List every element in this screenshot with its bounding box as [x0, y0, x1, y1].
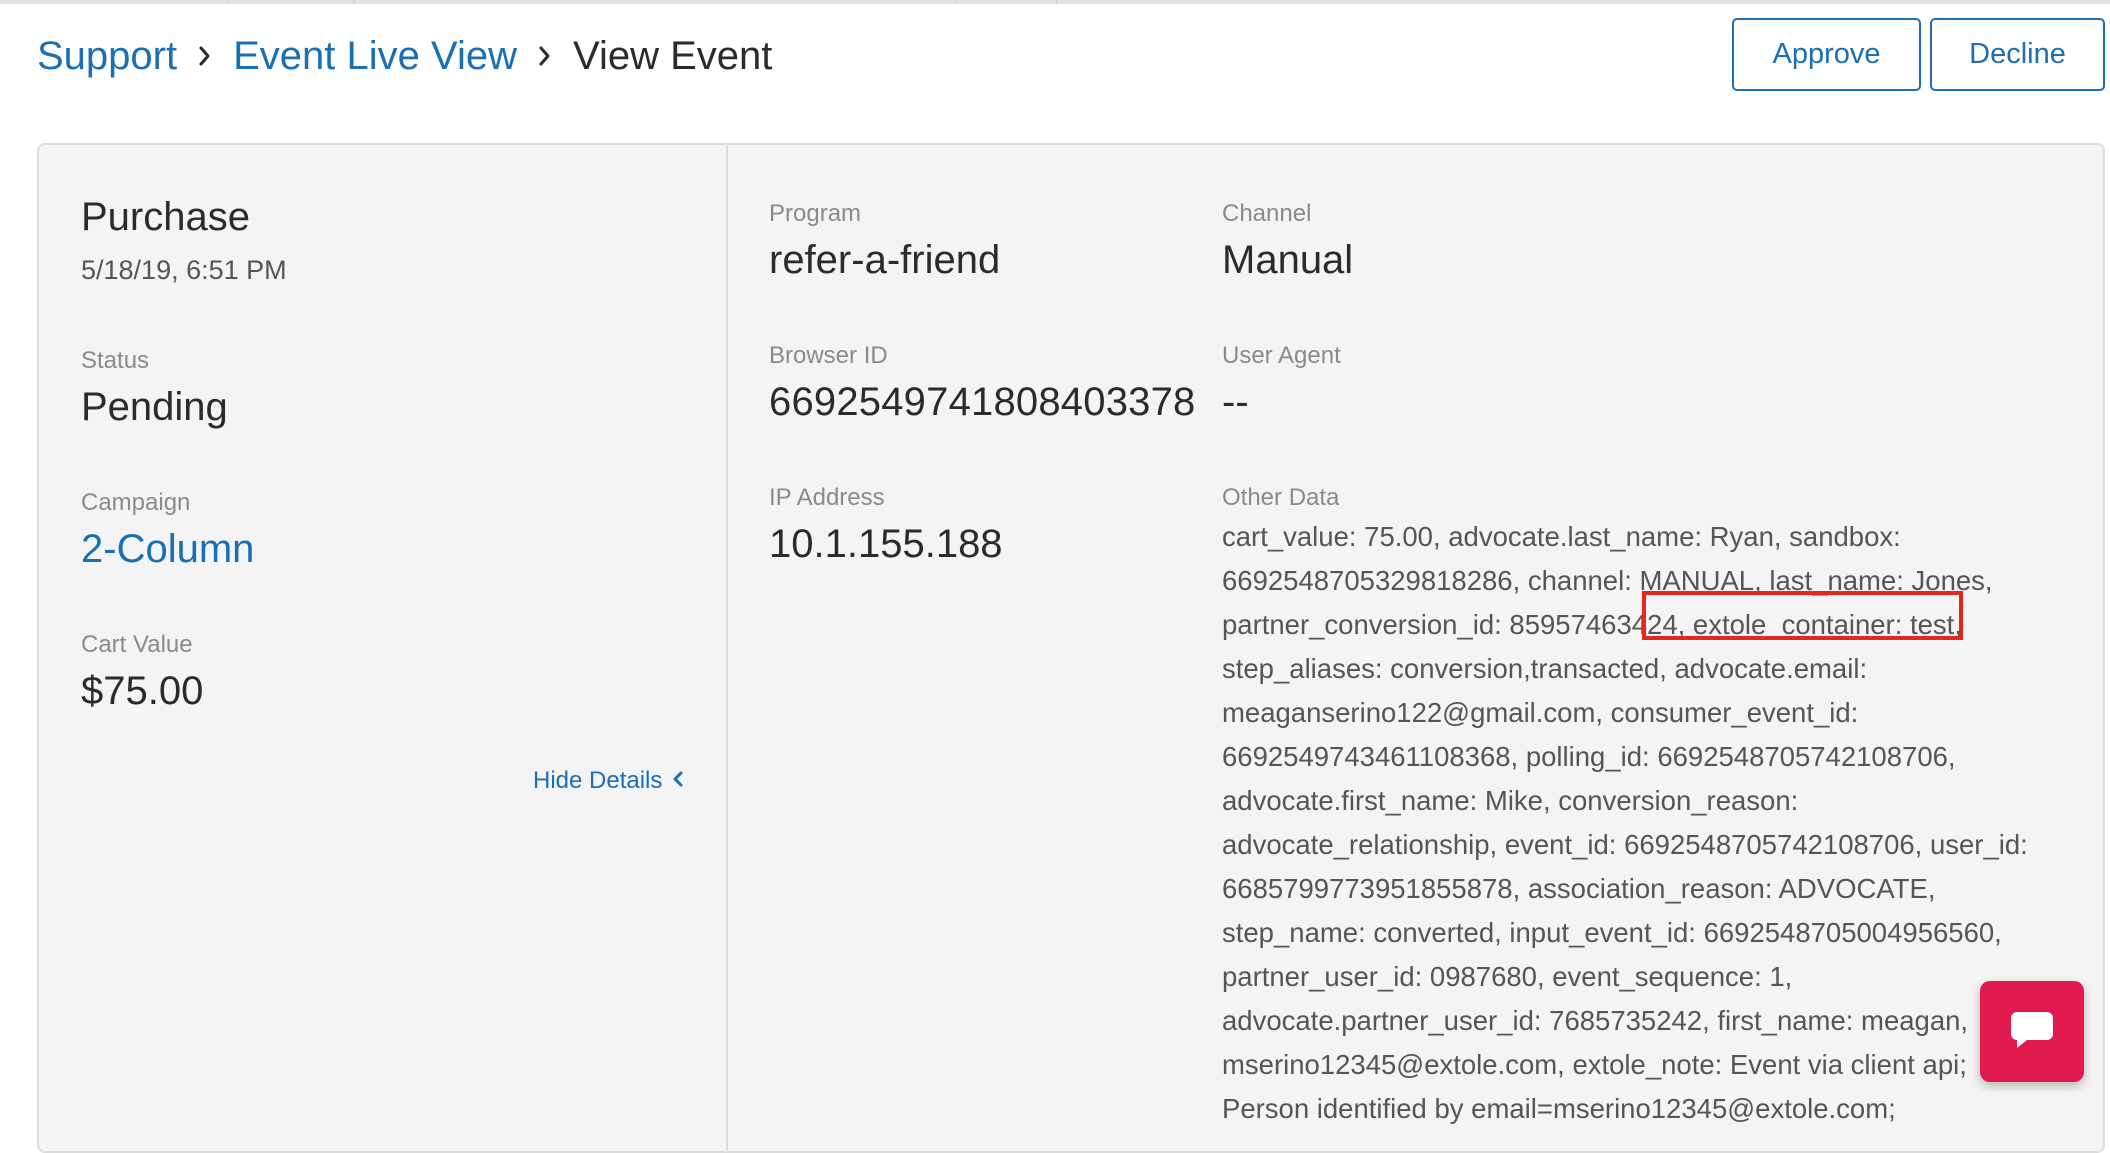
tab-divider	[1056, 0, 1057, 4]
user-agent-value: --	[1222, 380, 1249, 424]
chat-bubble-icon	[2009, 1008, 2055, 1055]
status-value: Pending	[81, 385, 228, 429]
other-data-line: 6685799773951855878, association_reason:…	[1222, 873, 1936, 904]
approve-button[interactable]: Approve	[1732, 18, 1921, 91]
other-data-label: Other Data	[1222, 484, 1340, 511]
status-label: Status	[81, 347, 150, 374]
breadcrumb: Support Event Live View View Event	[37, 28, 772, 84]
page-title: View Event	[572, 33, 773, 78]
other-data-line: partner_user_id: 0987680, event_sequence…	[1222, 961, 1793, 992]
campaign-label: Campaign	[81, 489, 191, 516]
ip-address-label: IP Address	[769, 484, 885, 511]
browser-id-value: 6692549741808403378	[769, 380, 1196, 424]
other-data-line: partner_conversion_id: 85957463424, exto…	[1222, 609, 1962, 640]
other-data-line: advocate.partner_user_id: 7685735242, fi…	[1222, 1005, 1969, 1036]
program-value: refer-a-friend	[769, 238, 1001, 282]
tab-divider	[354, 0, 355, 4]
other-data-line: meaganserino122@gmail.com, consumer_even…	[1222, 697, 1859, 728]
chevron-right-icon	[517, 45, 573, 67]
decline-button[interactable]: Decline	[1930, 18, 2105, 91]
other-data-line: step_aliases: conversion,transacted, adv…	[1222, 653, 1868, 684]
cart-value-label: Cart Value	[81, 631, 193, 658]
other-data-text: cart_value: 75.00, advocate.last_name: R…	[1222, 515, 2052, 1131]
other-data-line: cart_value: 75.00, advocate.last_name: R…	[1222, 521, 1901, 552]
user-agent-label: User Agent	[1222, 342, 1341, 369]
other-data-line: 6692549743461108368, polling_id: 6692548…	[1222, 741, 1956, 772]
breadcrumb-link-support[interactable]: Support	[37, 34, 177, 79]
tab-divider	[956, 0, 957, 4]
program-label: Program	[769, 200, 862, 227]
channel-label: Channel	[1222, 200, 1312, 227]
hide-details-label: Hide Details	[533, 767, 663, 794]
chat-widget-button[interactable]	[1980, 981, 2084, 1082]
browser-id-label: Browser ID	[769, 342, 888, 369]
other-data-line: 6692548705329818286, channel: MANUAL, la…	[1222, 565, 1993, 596]
event-detail-card: Purchase 5/18/19, 6:51 PM Status Pending…	[37, 143, 2105, 1153]
event-summary-panel: Purchase 5/18/19, 6:51 PM Status Pending…	[39, 145, 728, 1151]
tab-divider	[228, 0, 229, 4]
other-data-line: advocate_relationship, event_id: 6692548…	[1222, 829, 2028, 860]
event-date: 5/18/19, 6:51 PM	[81, 255, 287, 285]
cart-value: $75.00	[81, 669, 204, 713]
chevron-right-icon	[177, 45, 233, 67]
channel-value: Manual	[1222, 238, 1354, 282]
other-data-line: mserino12345@extole.com, extole_note: Ev…	[1222, 1049, 1967, 1080]
event-type: Purchase	[81, 195, 250, 239]
top-tab-strip	[0, 0, 2110, 4]
campaign-link[interactable]: 2-Column	[81, 527, 254, 572]
other-data-line: advocate.first_name: Mike, conversion_re…	[1222, 785, 1799, 816]
header-actions: Approve Decline	[1732, 18, 2105, 91]
chevron-left-icon	[672, 767, 684, 795]
breadcrumb-link-event-live-view[interactable]: Event Live View	[233, 34, 517, 79]
other-data-line: Person identified by email=mserino12345@…	[1222, 1093, 1896, 1124]
other-data-line: step_name: converted, input_event_id: 66…	[1222, 917, 2002, 948]
hide-details-toggle[interactable]: Hide Details	[533, 767, 684, 795]
ip-address-value: 10.1.155.188	[769, 522, 1003, 566]
